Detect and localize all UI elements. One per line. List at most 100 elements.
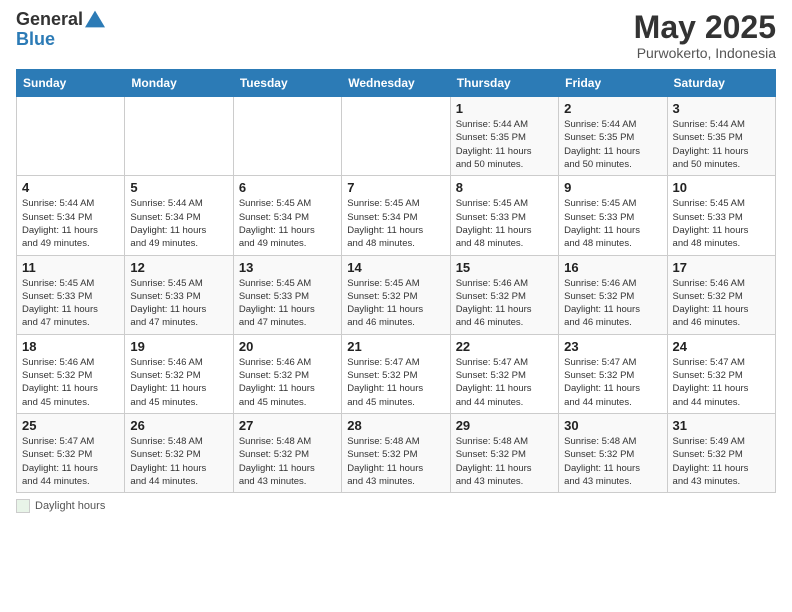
cell-info: Sunrise: 5:44 AM Sunset: 5:34 PM Dayligh…: [130, 197, 227, 250]
cell-info: Sunrise: 5:45 AM Sunset: 5:33 PM Dayligh…: [673, 197, 770, 250]
day-header-tuesday: Tuesday: [233, 70, 341, 97]
calendar-cell: [125, 97, 233, 176]
calendar-cell: 18 Sunrise: 5:46 AM Sunset: 5:32 PM Dayli…: [17, 334, 125, 413]
calendar-cell: 12 Sunrise: 5:45 AM Sunset: 5:33 PM Dayli…: [125, 255, 233, 334]
cell-day-number: 18: [22, 339, 119, 354]
page: General Blue May 2025 Purwokerto, Indone…: [0, 0, 792, 612]
calendar-cell: 20 Sunrise: 5:46 AM Sunset: 5:32 PM Dayli…: [233, 334, 341, 413]
cell-info: Sunrise: 5:47 AM Sunset: 5:32 PM Dayligh…: [22, 435, 119, 488]
cell-info: Sunrise: 5:49 AM Sunset: 5:32 PM Dayligh…: [673, 435, 770, 488]
cell-day-number: 21: [347, 339, 444, 354]
week-row-5: 25 Sunrise: 5:47 AM Sunset: 5:32 PM Dayli…: [17, 413, 776, 492]
cell-day-number: 1: [456, 101, 553, 116]
cell-day-number: 28: [347, 418, 444, 433]
calendar-cell: 6Sunrise: 5:45 AM Sunset: 5:34 PM Daylig…: [233, 176, 341, 255]
day-header-sunday: Sunday: [17, 70, 125, 97]
cell-day-number: 19: [130, 339, 227, 354]
calendar-cell: 10Sunrise: 5:45 AM Sunset: 5:33 PM Dayli…: [667, 176, 775, 255]
calendar-cell: 2 Sunrise: 5:44 AM Sunset: 5:35 PM Daylig…: [559, 97, 667, 176]
subtitle: Purwokerto, Indonesia: [634, 45, 776, 61]
calendar-cell: 14 Sunrise: 5:45 AM Sunset: 5:32 PM Dayli…: [342, 255, 450, 334]
calendar-cell: [233, 97, 341, 176]
cell-info: Sunrise: 5:45 AM Sunset: 5:33 PM Dayligh…: [239, 277, 336, 330]
week-row-3: 11 Sunrise: 5:45 AM Sunset: 5:33 PM Dayli…: [17, 255, 776, 334]
calendar-cell: 5 Sunrise: 5:44 AM Sunset: 5:34 PM Daylig…: [125, 176, 233, 255]
calendar-cell: 8 Sunrise: 5:45 AM Sunset: 5:33 PM Daylig…: [450, 176, 558, 255]
cell-info: Sunrise: 5:47 AM Sunset: 5:32 PM Dayligh…: [347, 356, 444, 409]
calendar-cell: [342, 97, 450, 176]
cell-info: Sunrise: 5:46 AM Sunset: 5:32 PM Dayligh…: [22, 356, 119, 409]
logo-text: General Blue: [16, 10, 105, 50]
cell-day-number: 6: [239, 180, 336, 195]
cell-info: Sunrise: 5:45 AM Sunset: 5:33 PM Dayligh…: [130, 277, 227, 330]
cell-day-number: 16: [564, 260, 661, 275]
cell-day-number: 5: [130, 180, 227, 195]
logo-general: General: [16, 10, 83, 30]
cell-day-number: 15: [456, 260, 553, 275]
cell-day-number: 2: [564, 101, 661, 116]
cell-info: Sunrise: 5:46 AM Sunset: 5:32 PM Dayligh…: [239, 356, 336, 409]
logo: General Blue: [16, 10, 105, 50]
calendar-cell: 21 Sunrise: 5:47 AM Sunset: 5:32 PM Dayli…: [342, 334, 450, 413]
cell-info: Sunrise: 5:46 AM Sunset: 5:32 PM Dayligh…: [564, 277, 661, 330]
calendar-header: SundayMondayTuesdayWednesdayThursdayFrid…: [17, 70, 776, 97]
cell-info: Sunrise: 5:47 AM Sunset: 5:32 PM Dayligh…: [456, 356, 553, 409]
cell-day-number: 20: [239, 339, 336, 354]
cell-info: Sunrise: 5:48 AM Sunset: 5:32 PM Dayligh…: [564, 435, 661, 488]
cell-day-number: 27: [239, 418, 336, 433]
calendar-cell: 4Sunrise: 5:44 AM Sunset: 5:34 PM Daylig…: [17, 176, 125, 255]
cell-info: Sunrise: 5:46 AM Sunset: 5:32 PM Dayligh…: [456, 277, 553, 330]
cell-info: Sunrise: 5:46 AM Sunset: 5:32 PM Dayligh…: [130, 356, 227, 409]
cell-day-number: 29: [456, 418, 553, 433]
calendar-cell: 19 Sunrise: 5:46 AM Sunset: 5:32 PM Dayli…: [125, 334, 233, 413]
header: General Blue May 2025 Purwokerto, Indone…: [16, 10, 776, 61]
calendar-cell: 9Sunrise: 5:45 AM Sunset: 5:33 PM Daylig…: [559, 176, 667, 255]
cell-info: Sunrise: 5:45 AM Sunset: 5:33 PM Dayligh…: [22, 277, 119, 330]
cell-info: Sunrise: 5:48 AM Sunset: 5:32 PM Dayligh…: [239, 435, 336, 488]
cell-info: Sunrise: 5:44 AM Sunset: 5:35 PM Dayligh…: [564, 118, 661, 171]
cell-info: Sunrise: 5:47 AM Sunset: 5:32 PM Dayligh…: [673, 356, 770, 409]
calendar-cell: 28Sunrise: 5:48 AM Sunset: 5:32 PM Dayli…: [342, 413, 450, 492]
cell-day-number: 14: [347, 260, 444, 275]
calendar-cell: [17, 97, 125, 176]
cell-day-number: 3: [673, 101, 770, 116]
cell-day-number: 4: [22, 180, 119, 195]
calendar-cell: 25 Sunrise: 5:47 AM Sunset: 5:32 PM Dayli…: [17, 413, 125, 492]
cell-day-number: 25: [22, 418, 119, 433]
cell-day-number: 11: [22, 260, 119, 275]
cell-info: Sunrise: 5:48 AM Sunset: 5:32 PM Dayligh…: [130, 435, 227, 488]
week-row-1: 1 Sunrise: 5:44 AM Sunset: 5:35 PM Daylig…: [17, 97, 776, 176]
calendar-cell: 22Sunrise: 5:47 AM Sunset: 5:32 PM Dayli…: [450, 334, 558, 413]
day-header-friday: Friday: [559, 70, 667, 97]
calendar-cell: 30Sunrise: 5:48 AM Sunset: 5:32 PM Dayli…: [559, 413, 667, 492]
title-section: May 2025 Purwokerto, Indonesia: [634, 10, 776, 61]
logo-icon: [85, 9, 105, 29]
footer: Daylight hours: [16, 499, 776, 513]
logo-blue: Blue: [16, 30, 105, 50]
cell-day-number: 31: [673, 418, 770, 433]
cell-day-number: 8: [456, 180, 553, 195]
calendar-body: 1 Sunrise: 5:44 AM Sunset: 5:35 PM Daylig…: [17, 97, 776, 493]
calendar-cell: 24Sunrise: 5:47 AM Sunset: 5:32 PM Dayli…: [667, 334, 775, 413]
calendar-cell: 7Sunrise: 5:45 AM Sunset: 5:34 PM Daylig…: [342, 176, 450, 255]
cell-day-number: 23: [564, 339, 661, 354]
cell-day-number: 26: [130, 418, 227, 433]
daylight-box: [16, 499, 30, 513]
cell-info: Sunrise: 5:48 AM Sunset: 5:32 PM Dayligh…: [456, 435, 553, 488]
calendar-cell: 11 Sunrise: 5:45 AM Sunset: 5:33 PM Dayli…: [17, 255, 125, 334]
cell-info: Sunrise: 5:45 AM Sunset: 5:32 PM Dayligh…: [347, 277, 444, 330]
day-header-wednesday: Wednesday: [342, 70, 450, 97]
calendar-cell: 31 Sunrise: 5:49 AM Sunset: 5:32 PM Dayli…: [667, 413, 775, 492]
cell-info: Sunrise: 5:45 AM Sunset: 5:33 PM Dayligh…: [456, 197, 553, 250]
calendar-cell: 3 Sunrise: 5:44 AM Sunset: 5:35 PM Daylig…: [667, 97, 775, 176]
daylight-label: Daylight hours: [35, 500, 105, 512]
cell-info: Sunrise: 5:44 AM Sunset: 5:35 PM Dayligh…: [673, 118, 770, 171]
week-row-4: 18 Sunrise: 5:46 AM Sunset: 5:32 PM Dayli…: [17, 334, 776, 413]
cell-day-number: 17: [673, 260, 770, 275]
calendar-cell: 27 Sunrise: 5:48 AM Sunset: 5:32 PM Dayli…: [233, 413, 341, 492]
main-title: May 2025: [634, 10, 776, 45]
cell-day-number: 12: [130, 260, 227, 275]
cell-info: Sunrise: 5:45 AM Sunset: 5:34 PM Dayligh…: [347, 197, 444, 250]
calendar-cell: 23Sunrise: 5:47 AM Sunset: 5:32 PM Dayli…: [559, 334, 667, 413]
calendar-cell: 26 Sunrise: 5:48 AM Sunset: 5:32 PM Dayli…: [125, 413, 233, 492]
